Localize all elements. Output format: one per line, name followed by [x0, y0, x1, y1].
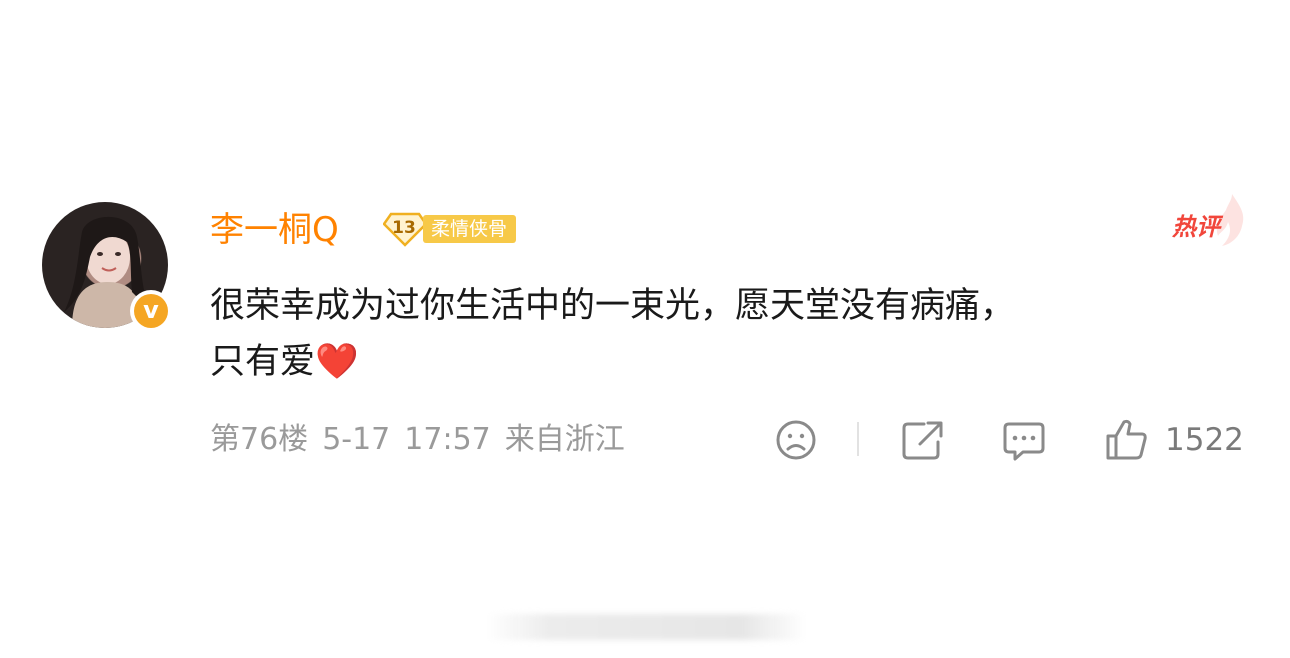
heart-emoji: ❤️: [315, 342, 359, 382]
like-count: 1522: [1165, 422, 1244, 458]
blurred-footer: [486, 614, 806, 640]
floor-number: 第76楼: [210, 422, 309, 457]
comment-text-line-2: 只有爱❤️: [210, 334, 1250, 390]
comment-text-line-1: 很荣幸成为过你生活中的一束光，愿天堂没有病痛，: [210, 286, 1016, 326]
comment-date: 5-17: [322, 422, 391, 457]
username[interactable]: 李一桐Q: [210, 207, 339, 253]
comment-text-line-2-text: 只有爱: [210, 342, 316, 382]
comment-text: 很荣幸成为过你生活中的一束光，愿天堂没有病痛， 只有爱❤️: [210, 278, 1250, 390]
thumbs-up-icon[interactable]: [1104, 416, 1148, 464]
action-divider: [857, 422, 859, 456]
verified-badge: v: [130, 290, 172, 332]
comment-location: 来自浙江: [504, 422, 625, 457]
verified-v-icon: v: [134, 294, 168, 328]
comment-icon[interactable]: [1001, 416, 1047, 464]
fan-level-title: 柔情侠骨: [423, 215, 517, 243]
hot-comment-tag: 热评: [1172, 213, 1220, 241]
share-icon[interactable]: [900, 416, 944, 464]
sad-face-icon[interactable]: [774, 416, 818, 464]
fan-level-number: 13: [392, 218, 416, 238]
comment-meta: 第76楼 5-17 17:57 来自浙江: [210, 418, 639, 462]
comment-card: v 李一桐Q 13 柔情侠骨 热评 很荣幸成为过你生活中的一束光，愿天堂没有病痛…: [0, 0, 1290, 658]
comment-time: 17:57: [404, 422, 491, 457]
